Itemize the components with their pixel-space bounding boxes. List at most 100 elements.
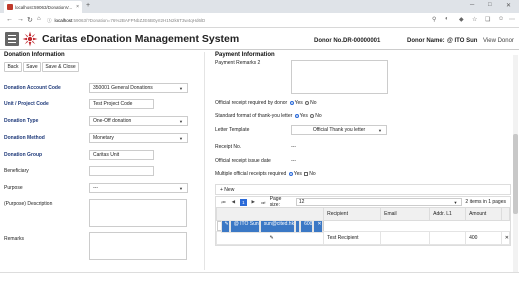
minimize-button[interactable]: ─: [470, 2, 474, 8]
delete-column-header: [500, 207, 511, 221]
chevron-down-icon: ▼: [378, 128, 382, 133]
remarks-textarea[interactable]: [89, 232, 187, 260]
donation-group-field[interactable]: Caritas Unit: [89, 150, 154, 160]
column-header-amount[interactable]: Amount: [465, 207, 502, 221]
url-path: :59063/?Donation=76%2BAFPNbZJE6B0yrI2H1N…: [72, 18, 206, 23]
chevron-down-icon: ▼: [453, 200, 458, 205]
payment-info-title: Payment Information: [215, 52, 275, 58]
purpose-description-label: (Purpose) Description: [4, 201, 53, 207]
project-code-label: Unit / Project Code: [4, 101, 49, 107]
forward-arrow-icon[interactable]: →: [17, 16, 24, 23]
delete-x-icon[interactable]: ✕: [500, 231, 511, 245]
beneficiary-label: Beneficiary: [4, 168, 29, 174]
app-title: Caritas eDonation Management System: [42, 33, 240, 45]
standard-format-no-radio[interactable]: [310, 113, 315, 118]
issue-date-value: ---: [291, 158, 296, 164]
view-donor-link[interactable]: View Donor: [483, 38, 514, 44]
save-close-button[interactable]: Save & Close: [42, 62, 79, 72]
remarks-label: Remarks: [4, 236, 25, 242]
items-count: 2 items in 1 pages: [465, 199, 506, 205]
donation-type-value: One-Off donation: [93, 118, 132, 124]
account-code-select[interactable]: 350001 General Donations ▼: [89, 83, 188, 93]
standard-format-row: Standard format of thank-you letter Yes …: [215, 113, 322, 119]
standard-format-label: Standard format of thank-you letter: [215, 113, 293, 119]
favorites-star-icon[interactable]: ☆: [472, 16, 477, 23]
current-page-button[interactable]: 1: [239, 198, 247, 206]
no-label: No: [309, 171, 316, 177]
hamburger-menu-icon[interactable]: [5, 32, 19, 46]
last-page-icon[interactable]: ⏭: [260, 199, 267, 206]
column-header-addr[interactable]: Addr. L1: [429, 207, 467, 221]
page-size-value: 12: [298, 199, 305, 205]
purpose-description-textarea[interactable]: [89, 199, 187, 227]
standard-format-yes-radio[interactable]: [294, 113, 299, 118]
page-size-select[interactable]: 12 ▼: [295, 198, 463, 206]
save-button[interactable]: Save: [23, 62, 41, 72]
recipient-table: Recipient Email Addr. L1 Amount ✎ @ ITO …: [215, 207, 511, 245]
donor-no-value: DR-00000001: [343, 38, 381, 44]
new-recipient-button[interactable]: + New: [220, 187, 234, 193]
first-page-icon[interactable]: ⏮: [220, 199, 227, 206]
column-header-recipient[interactable]: Recipient: [323, 207, 382, 221]
close-window-button[interactable]: ✕: [506, 2, 511, 9]
home-icon[interactable]: ⌂: [37, 16, 41, 22]
scrollbar-thumb[interactable]: [513, 134, 518, 214]
extension-icon[interactable]: ◐: [445, 16, 449, 22]
purpose-select[interactable]: --- ▼: [89, 183, 188, 193]
beneficiary-field[interactable]: [89, 166, 154, 176]
profile-icon[interactable]: ☺: [498, 16, 504, 22]
favicon-icon: [7, 4, 13, 10]
donation-group-label: Donation Group: [4, 152, 43, 158]
maximize-button[interactable]: □: [488, 2, 492, 8]
receipt-no-label: Receipt No.: [215, 144, 242, 150]
new-tab-button[interactable]: +: [86, 2, 90, 9]
no-label: No: [310, 100, 317, 106]
official-receipt-no-radio[interactable]: [305, 100, 310, 105]
donation-method-select[interactable]: Monetary ▼: [89, 133, 188, 143]
letter-template-value: Official Thank you letter: [312, 127, 366, 133]
donation-method-value: Monetary: [93, 135, 114, 141]
donation-type-label: Donation Type: [4, 118, 39, 124]
footer-bar: [0, 272, 519, 282]
email-cell: [380, 231, 431, 245]
next-page-icon[interactable]: ▶: [250, 199, 257, 206]
chevron-down-icon: ▼: [179, 86, 183, 91]
donor-name-label: Donor Name:: [407, 38, 445, 44]
official-receipt-row: Official receipt required by donor Yes N…: [215, 100, 317, 106]
zoom-icon[interactable]: ⚲: [432, 16, 436, 23]
receipt-no-value: ---: [291, 144, 296, 150]
column-header-email[interactable]: Email: [380, 207, 431, 221]
multiple-receipts-no-checkbox[interactable]: [304, 171, 309, 176]
tab-title: localhost:59063/DonationV...: [15, 4, 73, 10]
edit-pencil-icon[interactable]: ✎: [215, 231, 325, 245]
edit-pencil-icon[interactable]: ✎: [220, 219, 230, 233]
prev-page-icon[interactable]: ◀: [230, 199, 237, 206]
official-receipt-yes-radio[interactable]: [289, 100, 294, 105]
donation-type-select[interactable]: One-Off donation ▼: [89, 116, 188, 126]
browser-tab[interactable]: localhost:59063/DonationV... ×: [4, 1, 82, 13]
table-row[interactable]: ✎ Test Recipient 400 ✕: [215, 231, 511, 245]
recipient-cell: @ ITO Sun: [229, 219, 260, 233]
page-size-label: Page size:: [269, 196, 282, 208]
table-row[interactable]: ✎ @ ITO Sun sun@cited.hk 600 ✕: [216, 219, 324, 233]
multiple-receipts-yes-radio[interactable]: [288, 171, 293, 176]
payment-remarks2-textarea[interactable]: [291, 60, 388, 94]
collections-icon[interactable]: ❏: [485, 16, 490, 23]
refresh-icon[interactable]: ↻: [27, 16, 33, 24]
project-code-field[interactable]: Test Project Code: [89, 99, 154, 109]
donation-method-label: Donation Method: [4, 135, 45, 141]
tab-close-icon[interactable]: ×: [76, 4, 79, 10]
yes-label: Yes: [294, 100, 303, 106]
info-icon: ⓘ: [47, 17, 52, 23]
url-field[interactable]: ⓘ localhost:59063/?Donation=76%2BAFPNbZJ…: [47, 16, 457, 25]
extension2-icon[interactable]: ◆: [459, 16, 464, 23]
payment-remarks2-label: Payment Remarks 2: [215, 60, 261, 66]
no-label: No: [315, 113, 322, 119]
donor-no-label: Donor No.:: [314, 38, 345, 44]
letter-template-select[interactable]: Official Thank you letter ▼: [291, 125, 387, 135]
back-button[interactable]: Back: [4, 62, 22, 72]
back-arrow-icon[interactable]: ←: [6, 16, 13, 23]
more-menu-icon[interactable]: ⋯: [509, 16, 515, 23]
delete-x-icon[interactable]: ✕: [313, 219, 323, 233]
chevron-down-icon: ▼: [179, 136, 183, 141]
